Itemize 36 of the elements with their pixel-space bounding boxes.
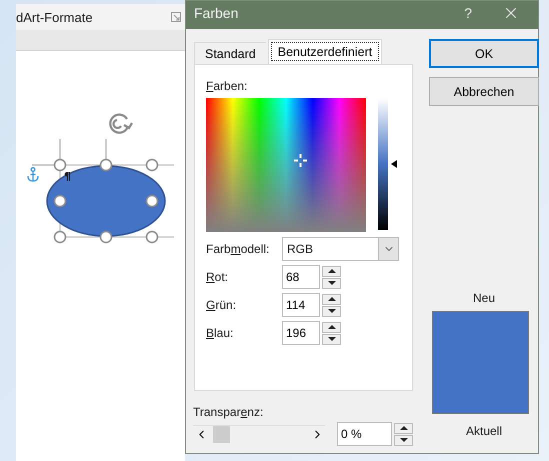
anchor-icon [27, 167, 39, 183]
decrement-button[interactable] [322, 306, 341, 316]
dialog-button[interactable]: OK [429, 39, 539, 68]
field-label: Blau: [206, 326, 234, 340]
tab[interactable]: Standard [194, 42, 266, 64]
scroll-thumb[interactable] [213, 426, 230, 442]
luminance-pointer[interactable] [391, 160, 397, 168]
ribbon-group-label: dArt-Formate [16, 10, 93, 24]
number-field[interactable]: 68 [282, 265, 320, 289]
field-label: Grün: [206, 298, 238, 312]
increment-button[interactable] [394, 422, 413, 434]
crosshair-icon [294, 154, 307, 167]
percent-field[interactable]: 0 % [337, 422, 392, 446]
increment-button[interactable] [322, 294, 341, 304]
paragraph-mark: ¶ [64, 170, 71, 183]
decrement-button[interactable] [394, 434, 413, 446]
color-model-select[interactable]: RGB [282, 237, 399, 261]
current-color-label: Aktuell [464, 424, 504, 438]
field-label: Farben: [206, 79, 248, 93]
dialog-button[interactable]: Abbrechen [429, 77, 539, 106]
number-field[interactable]: 196 [282, 321, 320, 345]
field-label: Farbmodell: [206, 242, 270, 256]
dialog-launcher-icon[interactable] [171, 12, 181, 22]
number-field[interactable]: 114 [282, 293, 320, 317]
rotate-handle-icon[interactable] [107, 111, 133, 135]
field-label: Rot: [206, 270, 230, 284]
tab[interactable]: Benutzerdefiniert [268, 39, 382, 64]
increment-button[interactable] [322, 322, 341, 332]
help-button[interactable]: ? [464, 5, 472, 21]
field-label: Transparenz: [193, 405, 264, 419]
decrement-button[interactable] [322, 278, 341, 288]
color-spectrum[interactable] [206, 98, 366, 232]
decrement-button[interactable] [322, 334, 341, 344]
new-color-label: Neu [472, 291, 496, 305]
increment-button[interactable] [322, 266, 341, 276]
dialog-title: Farben [194, 5, 240, 21]
